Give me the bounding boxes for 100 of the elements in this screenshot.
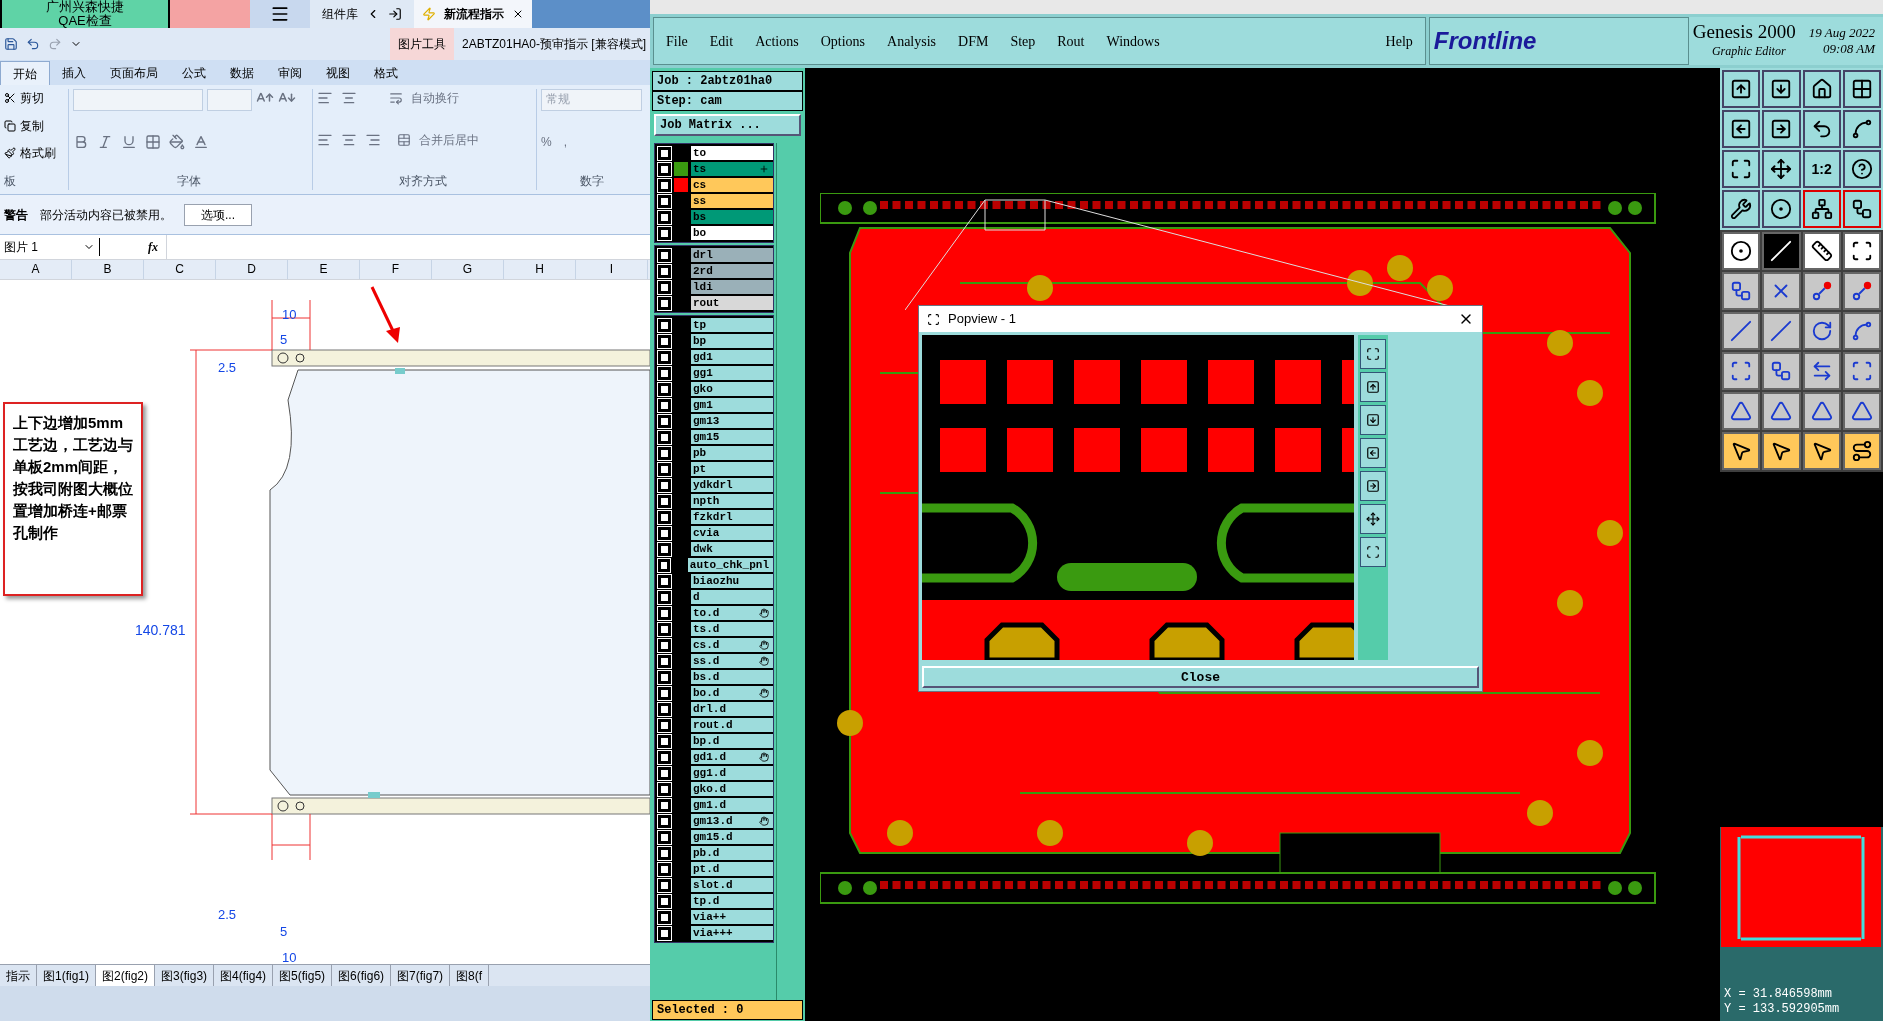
toolbar-button[interactable] [1762, 232, 1801, 270]
column-header[interactable]: H [504, 260, 576, 279]
toolbar-button[interactable] [1842, 150, 1881, 188]
underline-icon[interactable] [121, 133, 137, 150]
menu-item[interactable]: Rout [1057, 30, 1085, 52]
column-header[interactable]: D [216, 260, 288, 279]
font-color-icon[interactable] [193, 133, 209, 150]
layer-row[interactable]: gd1.d [691, 750, 773, 764]
wrap-text-button[interactable]: 自动换行 [411, 89, 459, 107]
clipboard-button[interactable]: 复制 [20, 116, 44, 135]
ribbon-tab[interactable]: 开始 [0, 61, 50, 85]
layer-row[interactable]: pt [691, 462, 773, 476]
popview-tool-button[interactable] [1360, 339, 1386, 369]
toolbar-button[interactable] [1802, 392, 1841, 430]
scissors-icon[interactable] [4, 92, 16, 104]
layer-row[interactable]: 2rd [691, 264, 773, 278]
layer-row[interactable]: bs.d [691, 670, 773, 684]
toolbar-button[interactable] [1762, 70, 1801, 108]
layer-row[interactable]: ts [691, 162, 773, 176]
layer-row[interactable]: to [691, 146, 773, 160]
options-button[interactable]: 选项... [184, 203, 252, 226]
layer-row[interactable]: gm15 [691, 430, 773, 444]
layer-row[interactable]: bp [691, 334, 773, 348]
toolbar-button[interactable] [1802, 352, 1841, 390]
column-header[interactable]: E [288, 260, 360, 279]
toolbar-button[interactable] [1802, 190, 1841, 228]
layer-row[interactable]: pb.d [691, 846, 773, 860]
layer-row[interactable]: cs [691, 178, 773, 192]
toolbar-button[interactable] [1762, 190, 1801, 228]
toolbar-button[interactable] [1722, 150, 1761, 188]
toolbar-button[interactable] [1722, 432, 1761, 470]
copy-icon[interactable] [4, 119, 16, 132]
popview-tool-button[interactable] [1360, 372, 1386, 402]
ribbon-tab[interactable]: 视图 [314, 61, 362, 85]
comma-button[interactable]: , [563, 132, 567, 151]
job-matrix-button[interactable]: Job Matrix ... [654, 114, 801, 136]
layer-row[interactable]: drl.d [691, 702, 773, 716]
app-tile[interactable]: 广州兴森快捷 QAE检查 [0, 0, 170, 28]
layer-row[interactable]: gko [691, 382, 773, 396]
layer-row[interactable]: rout [691, 296, 773, 310]
menu-item[interactable]: File [666, 30, 688, 52]
layer-row[interactable]: cvia [691, 526, 773, 540]
toolbar-button[interactable] [1722, 190, 1761, 228]
layer-row[interactable]: bo.d [691, 686, 773, 700]
sheet-tab[interactable]: 图2(fig2) [96, 965, 156, 986]
toolbar-button[interactable] [1842, 70, 1881, 108]
ribbon-tab[interactable]: 审阅 [266, 61, 314, 85]
save-icon[interactable] [4, 37, 18, 51]
layer-row[interactable]: gm1.d [691, 798, 773, 812]
layer-row[interactable]: via+++ [691, 926, 773, 940]
popview-tool-button[interactable] [1360, 438, 1386, 468]
menu-item[interactable]: Analysis [887, 30, 937, 52]
menu-item[interactable]: Actions [755, 30, 799, 52]
toolbar-button[interactable] [1722, 352, 1761, 390]
layer-row[interactable]: via++ [691, 910, 773, 924]
column-header[interactable]: C [144, 260, 216, 279]
toolbar-button[interactable] [1802, 312, 1841, 350]
layer-row[interactable]: ldi [691, 280, 773, 294]
layer-row[interactable]: gm15.d [691, 830, 773, 844]
layer-row[interactable]: to.d [691, 606, 773, 620]
layer-row[interactable]: pb [691, 446, 773, 460]
close-button[interactable]: Close [922, 666, 1479, 688]
menu-icon[interactable] [270, 4, 290, 24]
layer-row[interactable]: gg1.d [691, 766, 773, 780]
close-icon[interactable] [512, 8, 524, 20]
layer-row[interactable]: cs.d [691, 638, 773, 652]
ribbon-tab[interactable]: 格式 [362, 61, 410, 85]
border-icon[interactable] [145, 133, 161, 150]
toolbar-button[interactable] [1842, 392, 1881, 430]
menu-item[interactable]: Edit [709, 30, 734, 52]
font-name-field[interactable] [73, 89, 203, 111]
layer-row[interactable]: tp [691, 318, 773, 332]
name-box[interactable]: 图片 1 [4, 238, 38, 256]
font-size-field[interactable] [207, 89, 252, 111]
ribbon-tab[interactable]: 公式 [170, 61, 218, 85]
layer-row[interactable]: npth [691, 494, 773, 508]
layer-row[interactable]: bs [691, 210, 773, 224]
flow-tab[interactable]: 新流程指示 [414, 0, 532, 28]
menu-item[interactable]: Step [1010, 30, 1036, 52]
menu-item[interactable]: Windows [1106, 30, 1160, 52]
layer-row[interactable]: d [691, 590, 773, 604]
formula-label[interactable]: fx [140, 238, 166, 256]
layer-row[interactable]: gko.d [691, 782, 773, 796]
align-top-icon[interactable] [317, 90, 333, 106]
toolbar-button[interactable] [1722, 70, 1761, 108]
fill-color-icon[interactable] [169, 133, 185, 150]
merge-cells-icon[interactable] [397, 132, 411, 147]
toolbar-button[interactable] [1722, 110, 1761, 148]
toolbar-button[interactable] [1722, 312, 1761, 350]
layer-row[interactable]: fzkdrl [691, 510, 773, 524]
layer-row[interactable]: gm13 [691, 414, 773, 428]
column-header[interactable]: G [432, 260, 504, 279]
toolbar-button[interactable] [1762, 432, 1801, 470]
toolbar-button[interactable]: 1:2 [1802, 150, 1841, 188]
ribbon-tab[interactable]: 插入 [50, 61, 98, 85]
toolbar-button[interactable] [1802, 272, 1841, 310]
clipboard-button[interactable]: 格式刷 [20, 144, 56, 163]
layer-row[interactable]: auto_chk_pnl [687, 558, 773, 572]
popview-tool-button[interactable] [1360, 504, 1386, 534]
layer-row[interactable]: ss [691, 194, 773, 208]
